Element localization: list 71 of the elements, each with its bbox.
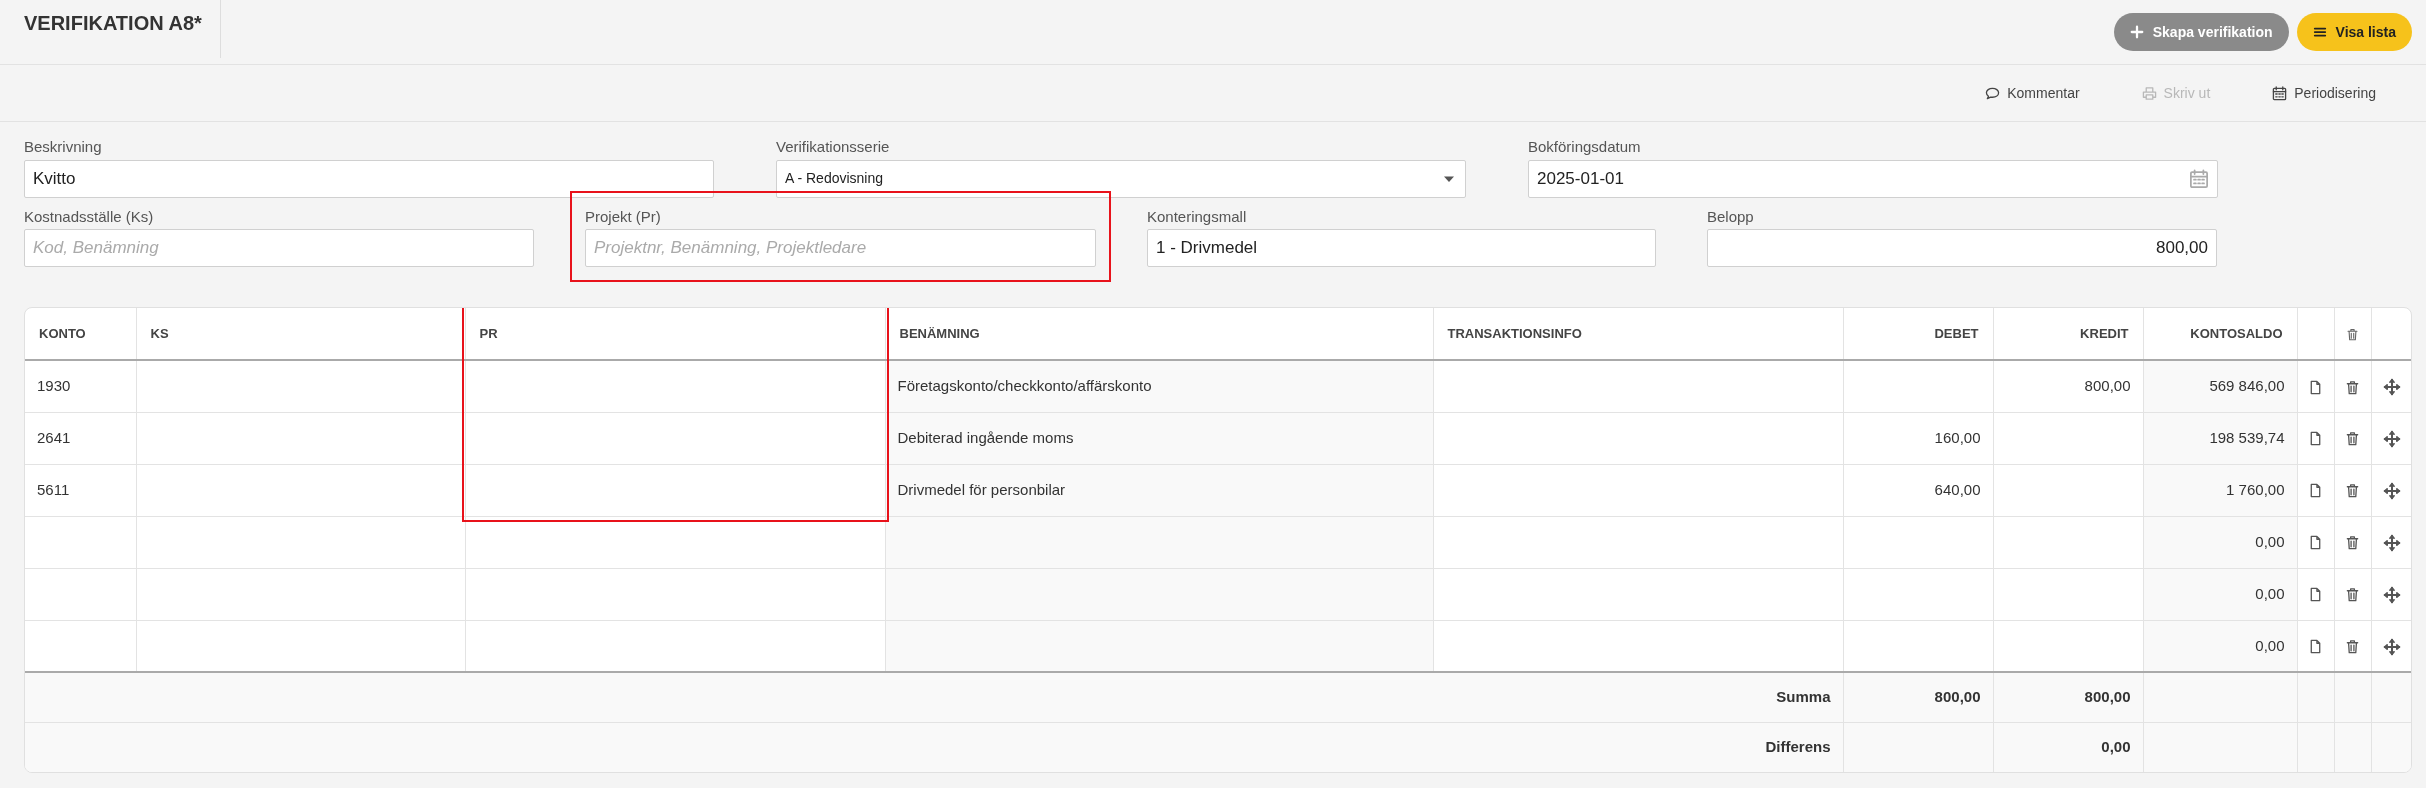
list-button[interactable]: Visa lista (2296, 13, 2412, 51)
column-header: KONTOSALDO (2190, 325, 2283, 341)
field-label: Belopp (1707, 207, 1754, 226)
total-value: 800,00 (2084, 688, 2131, 705)
calendar-icon (2189, 168, 2209, 189)
menu-icon (2312, 25, 2327, 39)
trash-icon[interactable] (2345, 431, 2360, 447)
column-header: KONTO (39, 325, 86, 341)
table-cell: 160,00 (1934, 428, 1981, 446)
field-label: Projekt (Pr) (585, 207, 661, 226)
total-value: 0,00 (2101, 738, 2131, 755)
table-cell: 2641 (37, 428, 71, 446)
trash-icon (2346, 327, 2359, 341)
move-icon[interactable] (2383, 533, 2402, 552)
table-cell: 0,00 (2255, 584, 2285, 602)
file-icon[interactable] (2308, 587, 2323, 603)
column-header: KREDIT (2080, 325, 2129, 341)
column-header: PR (479, 325, 498, 341)
date-field[interactable]: 2025-01-01 (1528, 159, 2218, 198)
input-field[interactable]: Kod, Benämning (24, 229, 534, 267)
table-cell: 640,00 (1934, 480, 1981, 498)
column-header: DEBET (1934, 325, 1979, 341)
calendar-icon (2272, 85, 2288, 101)
input-field[interactable]: Kvitto (24, 159, 714, 198)
toolbar-button[interactable]: Kommentar (1983, 80, 2082, 106)
table-cell: 1 760,00 (2226, 480, 2285, 498)
field-label: Beskrivning (24, 138, 102, 156)
table-cell: Företagskonto/checkkonto/affärskonto (897, 377, 1152, 394)
trash-icon[interactable] (2345, 639, 2360, 655)
field-label: Bokföringsdatum (1528, 138, 1641, 156)
toolbar-button[interactable]: Periodisering (2270, 80, 2378, 106)
column-header: TRANSAKTIONSINFO (1447, 325, 1582, 341)
input-field[interactable]: 800,00 (1707, 229, 2217, 267)
file-icon[interactable] (2308, 639, 2323, 655)
field-label: Kostnadsställe (Ks) (24, 207, 154, 226)
table-cell: 1930 (37, 377, 71, 394)
table-cell: Drivmedel för personbilar (897, 480, 1066, 498)
input-field[interactable]: Projektnr, Benämning, Projektledare (585, 229, 1096, 267)
file-icon[interactable] (2308, 535, 2323, 551)
plus-icon (2129, 25, 2144, 39)
table-cell: 5611 (37, 480, 70, 498)
table-cell: 800,00 (2084, 377, 2131, 394)
move-icon[interactable] (2383, 429, 2402, 448)
trash-icon[interactable] (2345, 587, 2360, 603)
move-icon[interactable] (2383, 585, 2402, 604)
table-cell: Debiterad ingående moms (897, 428, 1074, 446)
trash-icon[interactable] (2345, 379, 2360, 395)
field-label: Konteringsmall (1147, 207, 1247, 226)
page-title: VERIFIKATION A8* (24, 0, 221, 58)
speech-bubble-icon (1985, 85, 2001, 101)
column-header: KS (150, 325, 169, 341)
trash-icon[interactable] (2345, 483, 2360, 499)
column-header: BENÄMNING (899, 325, 980, 341)
file-icon[interactable] (2308, 431, 2323, 447)
move-icon[interactable] (2383, 637, 2402, 656)
printer-icon (2141, 85, 2157, 101)
total-value: 800,00 (1934, 688, 1981, 705)
table-cell: 198 539,74 (2209, 428, 2285, 446)
total-label: Summa (1776, 688, 1831, 705)
table-cell: 0,00 (2255, 636, 2285, 654)
table-cell: 569 846,00 (2209, 377, 2285, 394)
file-icon[interactable] (2308, 379, 2323, 395)
table-cell: 0,00 (2255, 532, 2285, 550)
move-icon[interactable] (2383, 378, 2402, 397)
total-label: Differens (1765, 738, 1831, 755)
move-icon[interactable] (2383, 481, 2402, 500)
trash-icon[interactable] (2345, 535, 2360, 551)
input-field[interactable]: 1 - Drivmedel (1147, 229, 1656, 267)
field-label: Verifikationsserie (776, 138, 890, 156)
file-icon[interactable] (2308, 483, 2323, 499)
select-field[interactable]: A - Redovisning (776, 159, 1466, 198)
